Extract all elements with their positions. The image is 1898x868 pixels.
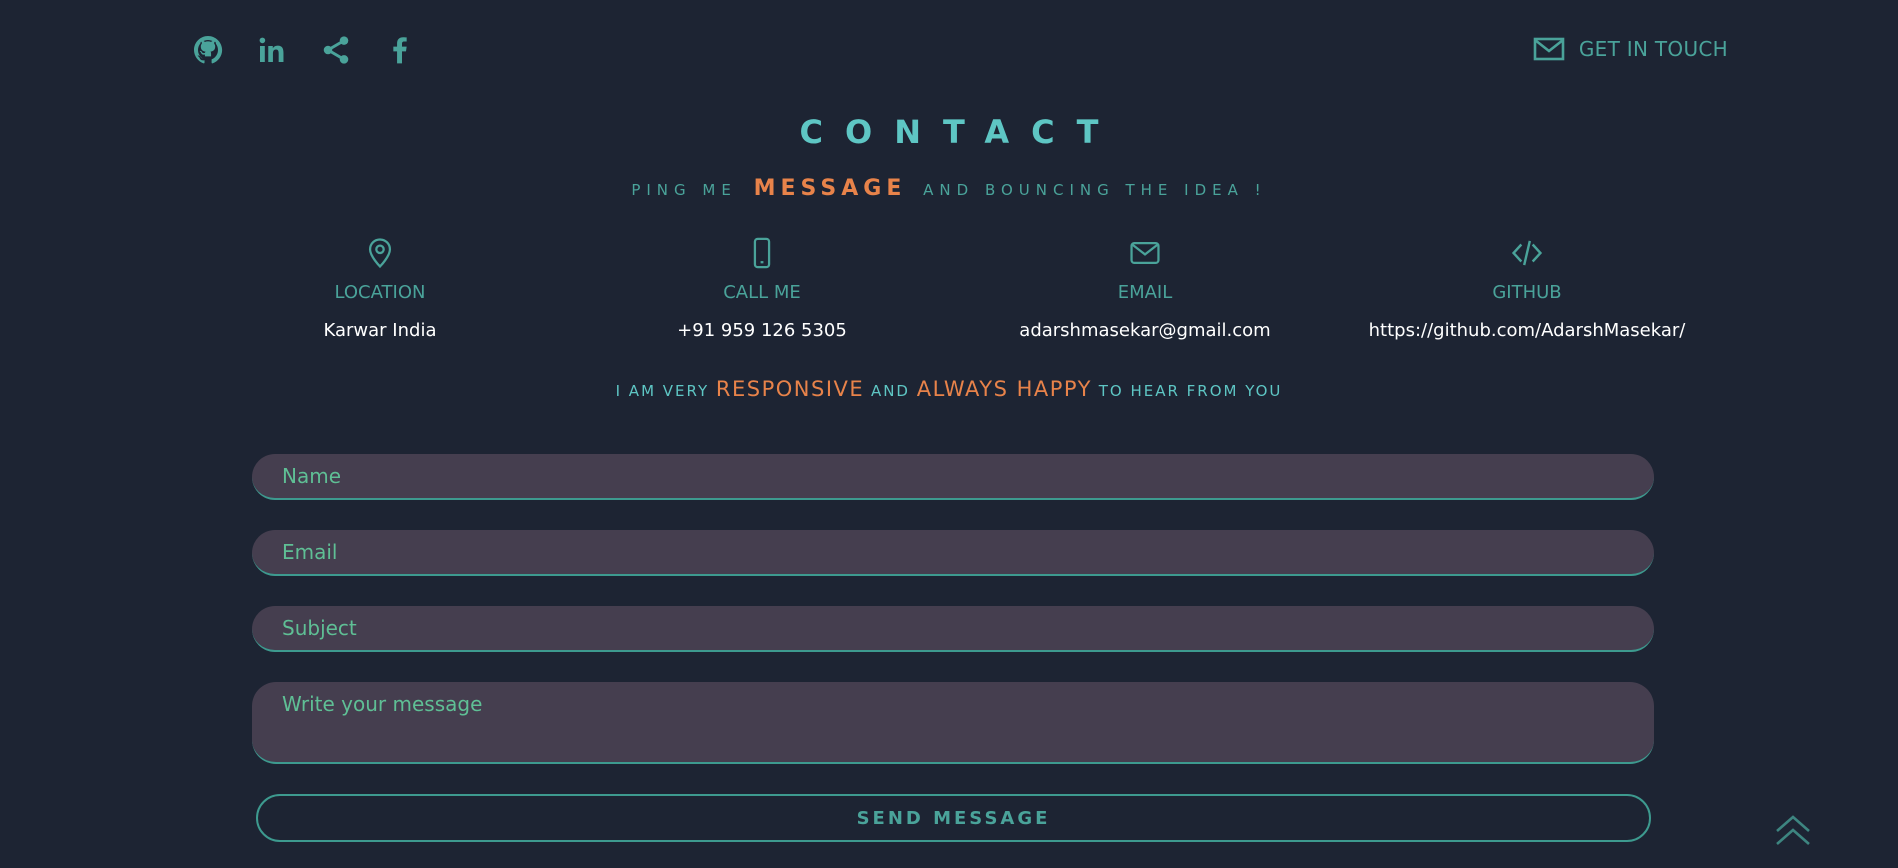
subject-field[interactable]	[252, 606, 1654, 652]
tagline-part: TO HEAR FROM YOU	[1098, 382, 1283, 400]
contact-subtitle: PING ME MESSAGE AND BOUNCING THE IDEA !	[0, 176, 1898, 201]
info-location: LOCATION Karwar India	[190, 234, 570, 341]
tagline-highlight: RESPONSIVE	[715, 377, 865, 401]
subtitle-highlight: MESSAGE	[753, 176, 907, 201]
email-field[interactable]	[252, 530, 1654, 576]
info-phone: CALL ME +91 959 126 5305	[572, 234, 952, 341]
info-value[interactable]: +91 959 126 5305	[572, 320, 952, 341]
page-title: CONTACT	[799, 113, 1121, 151]
info-label: CALL ME	[723, 282, 801, 303]
info-github: GITHUB https://github.com/AdarshMasekar/	[1337, 234, 1717, 341]
info-label: LOCATION	[334, 282, 426, 303]
tagline: I AM VERY RESPONSIVE AND ALWAYS HAPPY TO…	[0, 377, 1898, 401]
subtitle-post: AND BOUNCING THE IDEA !	[923, 181, 1267, 199]
share-icon[interactable]	[320, 32, 352, 68]
top-bar: GET IN TOUCH	[0, 0, 1898, 100]
info-value: Karwar India	[323, 320, 437, 341]
mail-icon	[955, 234, 1335, 272]
social-links	[192, 32, 416, 68]
get-in-touch-link[interactable]: GET IN TOUCH	[1533, 36, 1728, 62]
tagline-part: I AM VERY	[615, 382, 710, 400]
get-in-touch-label: GET IN TOUCH	[1578, 37, 1728, 61]
code-icon	[1337, 234, 1717, 272]
tagline-part: AND	[870, 382, 910, 400]
linkedin-icon[interactable]	[256, 32, 288, 68]
info-label: GITHUB	[1492, 282, 1562, 303]
github-icon[interactable]	[192, 32, 224, 68]
info-value[interactable]: adarshmasekar@gmail.com	[955, 320, 1335, 341]
tagline-highlight: ALWAYS HAPPY	[916, 377, 1092, 401]
info-label: EMAIL	[1117, 282, 1173, 303]
info-value[interactable]: https://github.com/AdarshMasekar/	[1337, 320, 1717, 341]
info-email: EMAIL adarshmasekar@gmail.com	[955, 234, 1335, 341]
subtitle-pre: PING ME	[631, 181, 737, 199]
send-message-button[interactable]: SEND MESSAGE	[256, 794, 1651, 842]
location-icon	[190, 234, 570, 272]
message-field[interactable]	[252, 682, 1654, 764]
envelope-icon	[1533, 37, 1565, 61]
name-field[interactable]	[252, 454, 1654, 500]
facebook-icon[interactable]	[384, 32, 416, 68]
chevron-double-up-icon[interactable]	[1774, 812, 1812, 848]
phone-icon	[572, 234, 952, 272]
